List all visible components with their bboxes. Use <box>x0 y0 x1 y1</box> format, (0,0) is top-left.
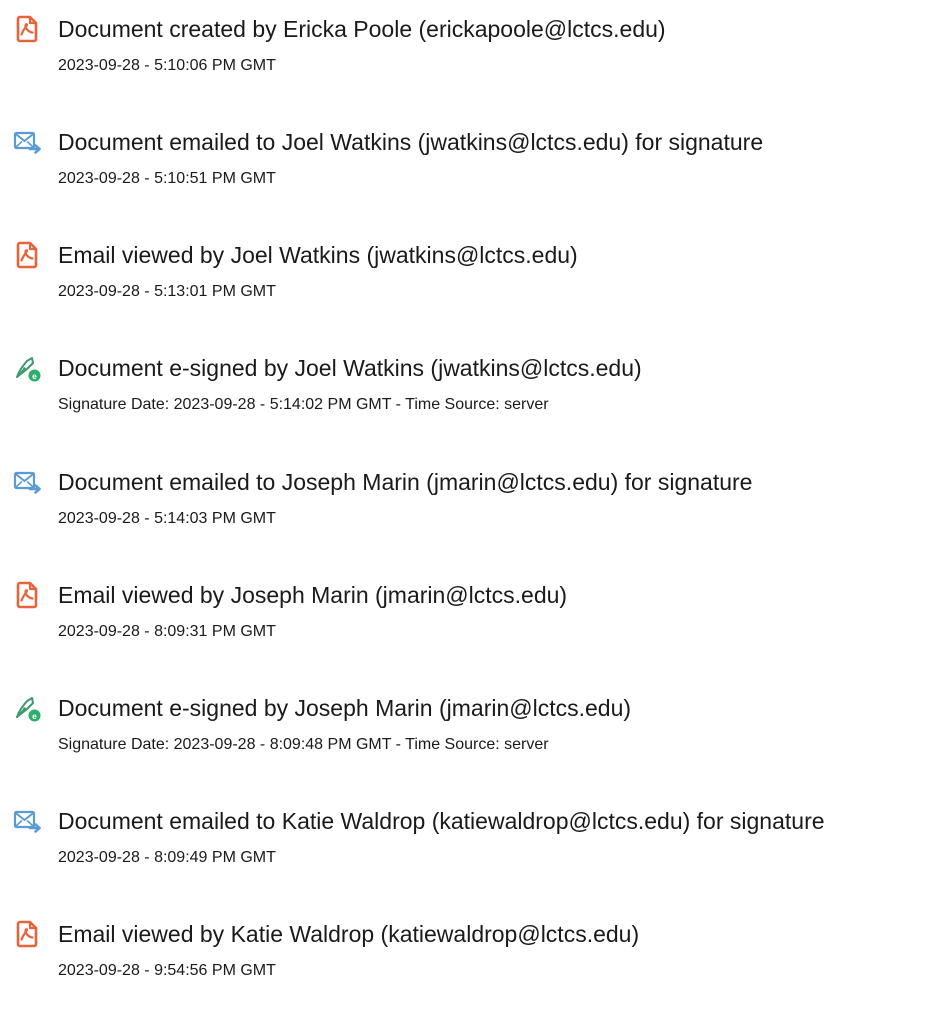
audit-event: Document emailed to Joel Watkins (jwatki… <box>0 127 948 217</box>
event-title: Document created by Ericka Poole (ericka… <box>58 16 666 42</box>
audit-event: Email viewed by Joseph Marin (jmarin@lct… <box>0 580 948 670</box>
email-sent-icon <box>12 467 42 497</box>
audit-event: Document emailed to Katie Waldrop (katie… <box>0 806 948 896</box>
event-signature-date: Signature Date: 2023-09-28 - 8:09:48 PM … <box>58 736 549 753</box>
event-timestamp: 2023-09-28 - 5:10:51 PM GMT <box>58 170 276 187</box>
e-signature-icon <box>12 693 42 723</box>
audit-event: Document e-signed by Joel Watkins (jwatk… <box>0 353 948 443</box>
email-viewed-icon <box>12 919 42 949</box>
audit-event: Document created by Ericka Poole (ericka… <box>0 14 948 104</box>
event-title: Email viewed by Joseph Marin (jmarin@lct… <box>58 582 568 608</box>
event-title: Document emailed to Katie Waldrop (katie… <box>58 808 825 834</box>
event-timestamp: 2023-09-28 - 5:10:06 PM GMT <box>58 57 276 74</box>
event-timestamp: 2023-09-28 - 8:09:31 PM GMT <box>58 623 276 640</box>
event-title: Document emailed to Joseph Marin (jmarin… <box>58 469 753 495</box>
email-sent-icon <box>12 127 42 157</box>
event-title: Document emailed to Joel Watkins (jwatki… <box>58 129 764 155</box>
event-title: Document e-signed by Joel Watkins (jwatk… <box>58 355 642 381</box>
e-signature-icon <box>12 353 42 383</box>
audit-event: Email viewed by Joel Watkins (jwatkins@l… <box>0 240 948 330</box>
event-timestamp: 2023-09-28 - 5:14:03 PM GMT <box>58 510 276 527</box>
audit-event: Document e-signed by Joseph Marin (jmari… <box>0 693 948 783</box>
event-timestamp: 2023-09-28 - 9:54:56 PM GMT <box>58 962 276 979</box>
event-title: Email viewed by Joel Watkins (jwatkins@l… <box>58 242 578 268</box>
document-created-icon <box>12 14 42 44</box>
email-sent-icon <box>12 806 42 836</box>
event-timestamp: 2023-09-28 - 5:13:01 PM GMT <box>58 283 276 300</box>
audit-event: Document emailed to Joseph Marin (jmarin… <box>0 467 948 557</box>
event-timestamp: 2023-09-28 - 8:09:49 PM GMT <box>58 849 276 866</box>
email-viewed-icon <box>12 240 42 270</box>
email-viewed-icon <box>12 580 42 610</box>
event-title: Email viewed by Katie Waldrop (katiewald… <box>58 921 640 947</box>
event-title: Document e-signed by Joseph Marin (jmari… <box>58 695 632 721</box>
event-signature-date: Signature Date: 2023-09-28 - 5:14:02 PM … <box>58 396 549 413</box>
